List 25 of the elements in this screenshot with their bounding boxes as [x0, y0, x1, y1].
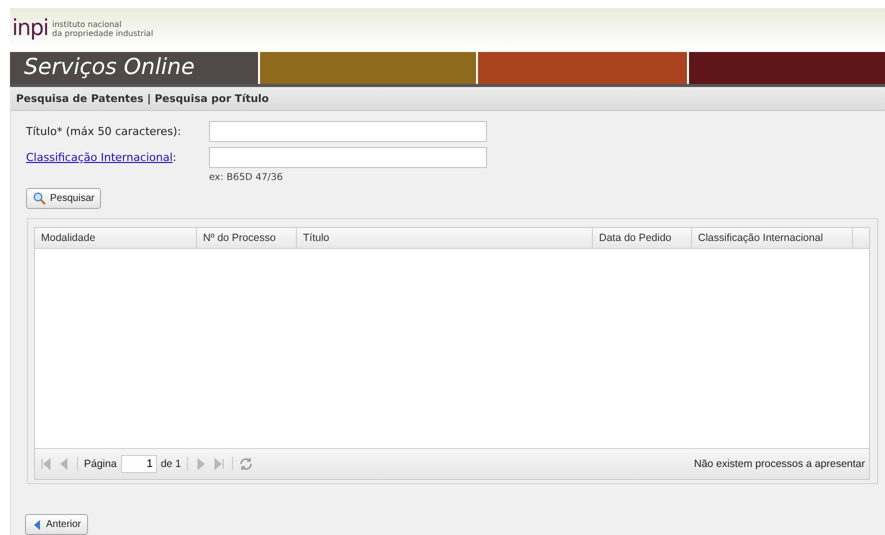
breadcrumb: Pesquisa de Patentes | Pesquisa por Título — [10, 87, 885, 111]
column-header[interactable]: Classificação Internacional — [692, 228, 853, 248]
page-input[interactable]: 1 — [120, 455, 157, 473]
column-header[interactable]: Nº do Processo — [197, 228, 297, 248]
column-header[interactable]: Título — [297, 228, 593, 248]
banner-title: Serviços Online — [10, 52, 258, 84]
logo-text: da propriedade industrial — [52, 28, 154, 38]
page-count: de 1 — [160, 458, 182, 470]
search-button[interactable]: Pesquisar — [26, 188, 102, 209]
refresh-icon[interactable] — [239, 457, 254, 471]
status-text: Não existem processos a apresentar — [694, 458, 865, 470]
classification-link[interactable]: Classificação Internacional — [26, 151, 173, 164]
column-header[interactable]: Modalidade — [35, 228, 197, 248]
field-hint: ex: B65D 47/36 — [209, 172, 284, 183]
field-label: Classificação Internacional: — [26, 151, 178, 164]
page-label: Página — [84, 458, 117, 470]
logo-mark: inpi — [12, 18, 48, 40]
field-label: Título* (máx 50 caracteres): — [26, 125, 182, 138]
logo-text: instituto nacional — [52, 20, 122, 29]
back-button[interactable]: Anterior — [25, 514, 88, 535]
input-field[interactable] — [209, 147, 487, 168]
search-icon — [33, 192, 46, 205]
input-field[interactable] — [209, 121, 487, 142]
left-arrow-icon — [32, 518, 42, 530]
column-header[interactable]: Data do Pedido — [593, 228, 692, 248]
